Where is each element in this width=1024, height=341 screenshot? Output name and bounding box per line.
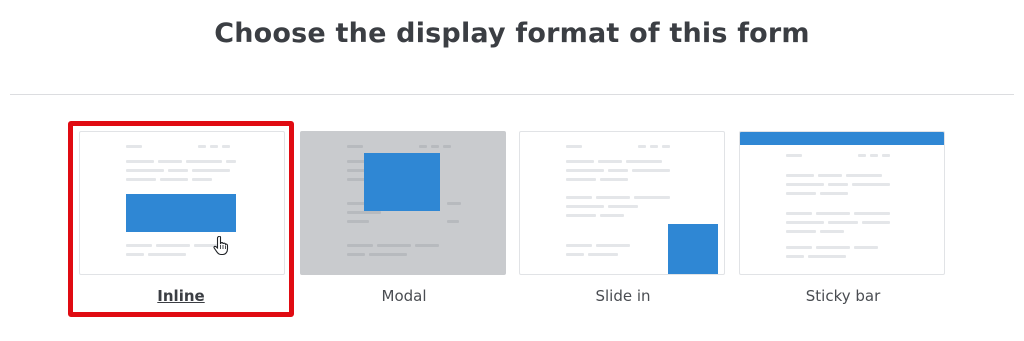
hand-pointer-icon xyxy=(213,236,229,256)
format-option-label: Modal xyxy=(381,287,427,305)
format-option-label: Slide in xyxy=(595,287,651,305)
slide-in-form-preview-icon xyxy=(519,131,725,275)
format-option-label: Sticky bar xyxy=(805,287,881,305)
page-title: Choose the display format of this form xyxy=(214,18,810,49)
format-option-label: Inline xyxy=(157,287,205,305)
modal-form-preview-icon xyxy=(300,131,506,275)
format-option-sticky-bar[interactable]: Sticky bar xyxy=(730,121,956,317)
format-option-inline[interactable]: Inline xyxy=(68,121,294,317)
format-option-modal[interactable]: Modal xyxy=(291,121,517,317)
sticky-bar-form-preview-icon xyxy=(739,131,945,275)
divider xyxy=(10,94,1014,95)
format-option-slide-in[interactable]: Slide in xyxy=(510,121,736,317)
inline-form-preview-icon xyxy=(79,131,285,275)
